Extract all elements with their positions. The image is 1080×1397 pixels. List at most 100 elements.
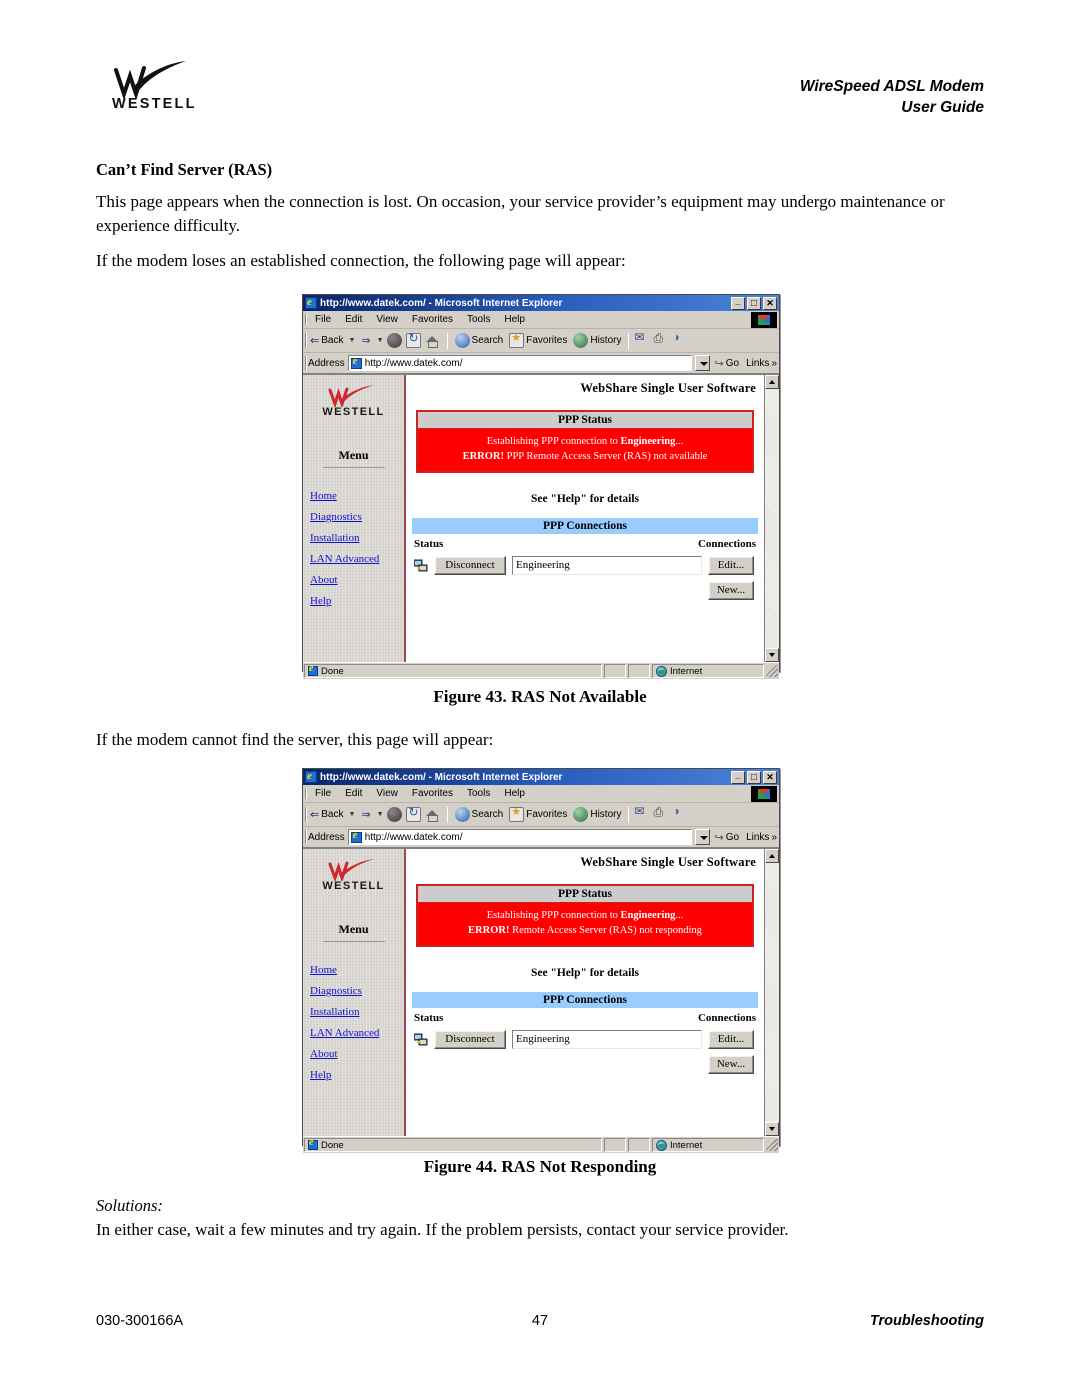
mail-icon-2[interactable] [634, 804, 649, 822]
back-button[interactable]: Back [308, 334, 345, 347]
address-bar-2[interactable]: Address http://www.datek.com/ Go Links » [303, 827, 779, 848]
refresh-icon-2[interactable] [405, 805, 421, 822]
minimize-button-2[interactable] [731, 770, 745, 784]
menu-tools[interactable]: Tools [460, 314, 497, 325]
caption-buttons-2[interactable] [731, 770, 778, 784]
address-dropdown-icon[interactable] [694, 355, 710, 371]
sidebar-item-diagnostics-2[interactable]: Diagnostics [310, 985, 404, 997]
menu-view[interactable]: View [369, 314, 405, 325]
maximize-button-2[interactable] [747, 770, 761, 784]
connection-action-buttons[interactable]: Edit... New... [708, 556, 756, 600]
edit-icon-2[interactable] [672, 804, 687, 822]
search-button-2[interactable]: Search [453, 807, 506, 822]
home-icon-2[interactable] [425, 807, 440, 822]
go-button-2[interactable]: Go [713, 831, 739, 844]
scrollbar-track-2[interactable] [765, 863, 779, 1122]
sidebar-item-installation-2[interactable]: Installation [310, 1006, 404, 1018]
menu-help[interactable]: Help [497, 314, 532, 325]
menu-bar[interactable]: File Edit View Favorites Tools Help [303, 311, 779, 329]
scroll-down-icon-2[interactable] [765, 1122, 779, 1136]
disconnect-button[interactable]: Disconnect [434, 556, 506, 575]
toolbar[interactable]: Back ▼ ⇒ ▼ Search Favorites History [303, 329, 779, 353]
sidebar-item-lan-advanced[interactable]: LAN Advanced [310, 553, 404, 565]
sidebar-item-about-2[interactable]: About [310, 1048, 404, 1060]
sidebar-item-home-2[interactable]: Home [310, 964, 404, 976]
network-status-icon-2 [414, 1033, 428, 1046]
menu-bar-2[interactable]: File Edit View Favorites Tools Help [303, 785, 779, 803]
connection-name-input[interactable]: Engineering [512, 556, 702, 575]
refresh-icon[interactable] [405, 331, 421, 348]
resize-grip-icon-2[interactable] [766, 1139, 778, 1151]
menu-favorites[interactable]: Favorites [405, 314, 460, 325]
connection-name-input-2[interactable]: Engineering [512, 1030, 702, 1049]
sidebar-item-diagnostics[interactable]: Diagnostics [310, 511, 404, 523]
sidebar-item-home[interactable]: Home [310, 490, 404, 502]
edit-icon[interactable] [672, 330, 687, 348]
back-dropdown-icon[interactable]: ▼ [347, 337, 356, 344]
search-button[interactable]: Search [453, 333, 506, 348]
browser-window-ras-not-responding[interactable]: http://www.datek.com/ - Microsoft Intern… [302, 768, 780, 1153]
scroll-up-icon[interactable] [765, 375, 779, 389]
menu-edit[interactable]: Edit [338, 314, 369, 325]
address-bar[interactable]: Address http://www.datek.com/ Go Links » [303, 353, 779, 374]
disconnect-button-2[interactable]: Disconnect [434, 1030, 506, 1049]
go-button[interactable]: Go [713, 357, 739, 370]
sidebar-links-2[interactable]: Home Diagnostics Installation LAN Advanc… [303, 964, 404, 1081]
home-icon[interactable] [425, 333, 440, 348]
forward-button[interactable]: ⇒ [358, 334, 373, 347]
close-button[interactable] [763, 296, 777, 310]
sidebar-item-help-2[interactable]: Help [310, 1069, 404, 1081]
menu-favorites-2[interactable]: Favorites [405, 788, 460, 799]
toolbar-2[interactable]: Back ▼ ⇒ ▼ Search Favorites History [303, 803, 779, 827]
new-button-2[interactable]: New... [708, 1055, 754, 1074]
scroll-down-icon[interactable] [765, 648, 779, 662]
links-button-2[interactable]: Links » [742, 832, 777, 843]
history-button-2[interactable]: History [571, 807, 623, 822]
minimize-button[interactable] [731, 296, 745, 310]
menu-tools-2[interactable]: Tools [460, 788, 497, 799]
scrollbar-track[interactable] [765, 389, 779, 648]
menu-file-2[interactable]: File [308, 788, 338, 799]
close-button-2[interactable] [763, 770, 777, 784]
sidebar-item-about[interactable]: About [310, 574, 404, 586]
content-scrollbar-2[interactable] [764, 849, 779, 1136]
edit-button[interactable]: Edit... [708, 556, 754, 575]
resize-grip-icon[interactable] [766, 665, 778, 677]
mail-icon[interactable] [634, 330, 649, 348]
forward-dropdown-icon[interactable]: ▼ [376, 337, 385, 344]
new-button[interactable]: New... [708, 581, 754, 600]
address-input-2[interactable]: http://www.datek.com/ [347, 829, 692, 845]
browser-window-ras-not-available[interactable]: http://www.datek.com/ - Microsoft Intern… [302, 294, 780, 679]
search-icon [454, 333, 470, 348]
edit-button-2[interactable]: Edit... [708, 1030, 754, 1049]
back-button-2[interactable]: Back [308, 808, 345, 821]
scroll-up-icon-2[interactable] [765, 849, 779, 863]
favorites-button[interactable]: Favorites [507, 331, 569, 348]
links-button[interactable]: Links » [742, 358, 777, 369]
favorites-button-2[interactable]: Favorites [507, 805, 569, 822]
print-icon-2[interactable] [653, 805, 668, 822]
sidebar-item-installation[interactable]: Installation [310, 532, 404, 544]
forward-button-2[interactable]: ⇒ [358, 808, 373, 821]
stop-icon[interactable] [386, 333, 402, 348]
sidebar-item-lan-advanced-2[interactable]: LAN Advanced [310, 1027, 404, 1039]
sidebar-item-help[interactable]: Help [310, 595, 404, 607]
forward-dropdown-icon-2[interactable]: ▼ [376, 811, 385, 818]
address-label-2: Address [308, 831, 345, 843]
menu-view-2[interactable]: View [369, 788, 405, 799]
address-input[interactable]: http://www.datek.com/ [347, 355, 692, 371]
stop-icon-2[interactable] [386, 807, 402, 822]
content-scrollbar[interactable] [764, 375, 779, 662]
maximize-button[interactable] [747, 296, 761, 310]
menu-help-2[interactable]: Help [497, 788, 532, 799]
sidebar-links[interactable]: Home Diagnostics Installation LAN Advanc… [303, 490, 404, 607]
address-dropdown-icon-2[interactable] [694, 829, 710, 845]
connection-action-buttons-2[interactable]: Edit... New... [708, 1030, 756, 1074]
history-button[interactable]: History [571, 333, 623, 348]
caption-buttons[interactable] [731, 296, 778, 310]
page-footer: 030-300166A 47 Troubleshooting [96, 1313, 984, 1335]
menu-file[interactable]: File [308, 314, 338, 325]
menu-edit-2[interactable]: Edit [338, 788, 369, 799]
back-dropdown-icon-2[interactable]: ▼ [347, 811, 356, 818]
print-icon[interactable] [653, 331, 668, 348]
